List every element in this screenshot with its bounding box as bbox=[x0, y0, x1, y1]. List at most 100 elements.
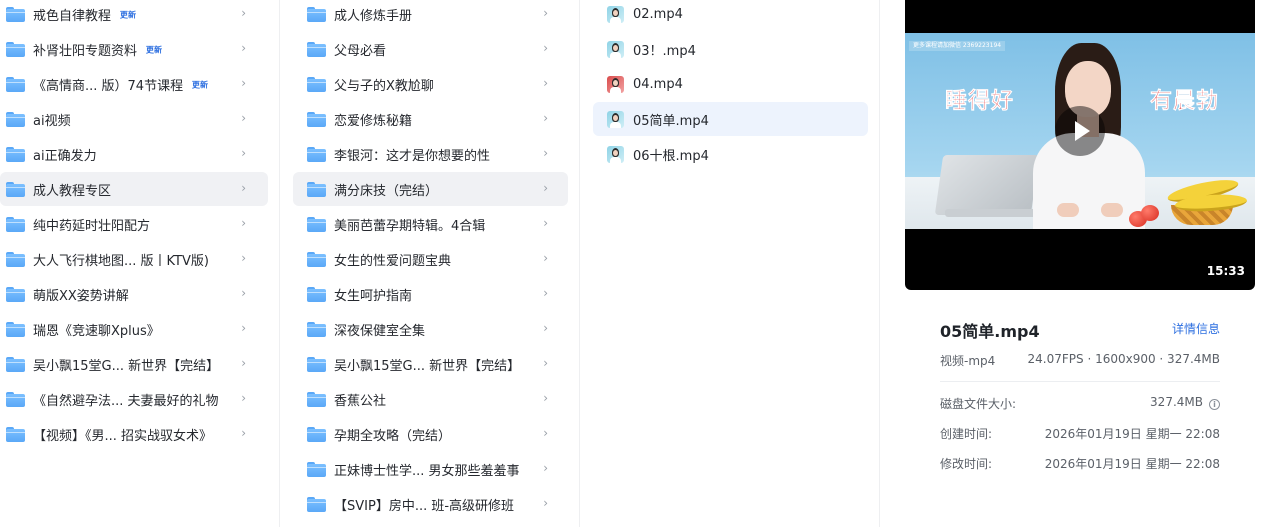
chevron-right-icon: › bbox=[241, 251, 246, 265]
folder-item[interactable]: 美丽芭蕾孕期特辑。4合辑 › bbox=[293, 207, 568, 241]
file-title: 05简单.mp4 bbox=[940, 322, 1040, 341]
folder-icon bbox=[307, 111, 326, 127]
folder-item[interactable]: 纯中药延时壮阳配方 › bbox=[0, 207, 268, 241]
folder-item[interactable]: ai正确发力 › bbox=[0, 137, 268, 171]
folder-label: 满分床技（完结） bbox=[334, 183, 439, 199]
folder-item[interactable]: 瑞恩《竞速聊Xplus》 › bbox=[0, 312, 268, 346]
folder-item[interactable]: 【视频】《男... 招实战驭女术》 › bbox=[0, 417, 268, 451]
created-value: 2026年01月19日 星期一 22:08 bbox=[1044, 427, 1220, 441]
folder-item[interactable]: 父与子的X教尬聊 › bbox=[293, 67, 568, 101]
folder-icon bbox=[6, 426, 25, 442]
chevron-right-icon: › bbox=[543, 76, 548, 90]
folder-label: 美丽芭蕾孕期特辑。4合辑 bbox=[334, 218, 486, 234]
folder-label: 吴小飘15堂G... 新世界【完结】 bbox=[334, 358, 521, 374]
folder-label: 《自然避孕法... 夫妻最好的礼物 bbox=[33, 393, 219, 409]
folder-item[interactable]: 补肾壮阳专题资料 更新 › bbox=[0, 32, 268, 66]
chevron-right-icon: › bbox=[543, 111, 548, 125]
folder-icon bbox=[307, 391, 326, 407]
file-label: 06十根.mp4 bbox=[633, 148, 709, 164]
file-size-label: 磁盘文件大小: bbox=[940, 397, 1017, 411]
video-file-item[interactable]: 03！.mp4 bbox=[593, 32, 868, 66]
folder-label: ai正确发力 bbox=[33, 148, 97, 164]
file-label: 04.mp4 bbox=[633, 76, 683, 92]
video-file-item[interactable]: 04.mp4 bbox=[593, 67, 868, 101]
folder-item[interactable]: 《高情商... 版）74节课程 更新 › bbox=[0, 67, 268, 101]
folder-label: ai视频 bbox=[33, 113, 71, 129]
divider bbox=[940, 381, 1220, 382]
folder-item[interactable]: 吴小飘15堂G... 新世界【完结】 › bbox=[293, 347, 568, 381]
folder-label: 女生的性爱问题宝典 bbox=[334, 253, 452, 269]
chevron-right-icon: › bbox=[543, 181, 548, 195]
folder-icon bbox=[307, 496, 326, 512]
folder-item[interactable]: 萌版XX姿势讲解 › bbox=[0, 277, 268, 311]
chevron-right-icon: › bbox=[543, 286, 548, 300]
play-icon[interactable] bbox=[1055, 106, 1105, 156]
presenter-hand-shape bbox=[1057, 203, 1079, 217]
file-size-row: 磁盘文件大小: 327.4MB i bbox=[940, 395, 1220, 413]
folder-item[interactable]: 李银河：这才是你想要的性 › bbox=[293, 137, 568, 171]
video-file-icon bbox=[607, 145, 624, 163]
folder-label: 戒色自律教程 bbox=[33, 8, 112, 24]
folder-item[interactable]: 女生的性爱问题宝典 › bbox=[293, 242, 568, 276]
update-badge: 更新 bbox=[191, 80, 209, 90]
video-overlay-text-left: 睡得好 bbox=[945, 89, 1015, 115]
video-watermark: 更多课程请加微信 2369223194 bbox=[909, 41, 1006, 51]
video-file-item[interactable]: 06十根.mp4 bbox=[593, 137, 868, 171]
folder-icon bbox=[6, 321, 25, 337]
folder-label: 萌版XX姿势讲解 bbox=[33, 288, 129, 304]
info-icon[interactable]: i bbox=[1209, 399, 1220, 410]
folder-item[interactable]: 吴小飘15堂G... 新世界【完结】 › bbox=[0, 347, 268, 381]
chevron-right-icon: › bbox=[241, 181, 246, 195]
update-badge: 更新 bbox=[145, 45, 163, 55]
chevron-right-icon: › bbox=[241, 146, 246, 160]
folder-item[interactable]: 成人修炼手册 › bbox=[293, 0, 568, 31]
folder-item[interactable]: ai视频 › bbox=[0, 102, 268, 136]
folder-column-2: 成人修炼手册 › 父母必看 › 父与子的X教尬聊 › 恋爱修炼秘籍 › 李银河：… bbox=[281, 0, 580, 527]
folder-icon bbox=[6, 146, 25, 162]
chevron-right-icon: › bbox=[241, 356, 246, 370]
folder-icon bbox=[307, 251, 326, 267]
folder-item[interactable]: 香蕉公社 › bbox=[293, 382, 568, 416]
chevron-right-icon: › bbox=[241, 41, 246, 55]
folder-item[interactable]: 大人飞行棋地图... 版丨KTV版) › bbox=[0, 242, 268, 276]
folder-item[interactable]: 女生呵护指南 › bbox=[293, 277, 568, 311]
folder-icon bbox=[307, 286, 326, 302]
modified-value: 2026年01月19日 星期一 22:08 bbox=[1044, 457, 1220, 471]
folder-item[interactable]: 【SVIP】房中... 班-高级研修班 › bbox=[293, 487, 568, 521]
folder-label: 香蕉公社 bbox=[334, 393, 387, 409]
video-player[interactable]: 更多课程请加微信 2369223194 睡得好 有晨勃 15:33 bbox=[905, 0, 1255, 290]
folder-label: 成人教程专区 bbox=[33, 183, 112, 199]
folder-item[interactable]: 孕期全攻略（完结） › bbox=[293, 417, 568, 451]
chevron-right-icon: › bbox=[241, 321, 246, 335]
folder-icon bbox=[307, 461, 326, 477]
modified-row: 修改时间: 2026年01月19日 星期一 22:08 bbox=[940, 455, 1220, 473]
details-link[interactable]: 详情信息 bbox=[1172, 320, 1220, 337]
chevron-right-icon: › bbox=[543, 321, 548, 335]
folder-item[interactable]: 深夜保健室全集 › bbox=[293, 312, 568, 346]
folder-item[interactable]: 恋爱修炼秘籍 › bbox=[293, 102, 568, 136]
folder-icon bbox=[6, 6, 25, 22]
folder-icon bbox=[6, 181, 25, 197]
chevron-right-icon: › bbox=[543, 426, 548, 440]
folder-item-selected[interactable]: 满分床技（完结） › bbox=[293, 172, 568, 206]
folder-label: 父母必看 bbox=[334, 43, 387, 59]
folder-item[interactable]: 正妹博士性学... 男女那些羞羞事 › bbox=[293, 452, 568, 486]
video-file-item-selected[interactable]: 05简单.mp4 bbox=[593, 102, 868, 136]
folder-item[interactable]: 父母必看 › bbox=[293, 32, 568, 66]
video-file-item[interactable]: 02.mp4 bbox=[593, 0, 868, 31]
file-label: 03！.mp4 bbox=[633, 43, 696, 59]
chevron-right-icon: › bbox=[241, 111, 246, 125]
laptop-shape bbox=[934, 155, 1040, 215]
folder-label: 恋爱修炼秘籍 bbox=[334, 113, 413, 129]
folder-icon bbox=[6, 356, 25, 372]
file-column: 02.mp4 03！.mp4 04.mp4 05简单.mp4 06十根.mp4 bbox=[581, 0, 880, 527]
folder-icon bbox=[6, 111, 25, 127]
folder-column-1: 戒色自律教程 更新 › 补肾壮阳专题资料 更新 › 《高情商... 版）74节课… bbox=[0, 0, 280, 527]
folder-item[interactable]: 戒色自律教程 更新 › bbox=[0, 0, 268, 31]
chevron-right-icon: › bbox=[543, 146, 548, 160]
folder-item-selected[interactable]: 成人教程专区 › bbox=[0, 172, 268, 206]
folder-item[interactable]: 《自然避孕法... 夫妻最好的礼物 › bbox=[0, 382, 268, 416]
chevron-right-icon: › bbox=[543, 251, 548, 265]
folder-icon bbox=[307, 41, 326, 57]
modified-label: 修改时间: bbox=[940, 457, 993, 471]
